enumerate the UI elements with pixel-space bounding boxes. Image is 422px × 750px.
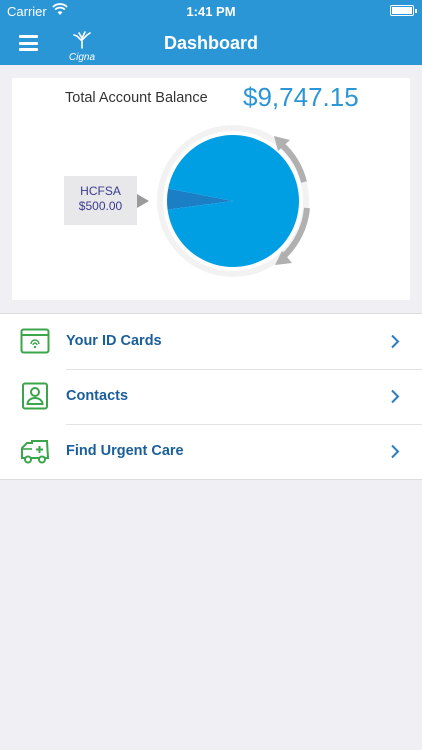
nav-bar: Cigna Dashboard [0, 22, 422, 65]
ambulance-icon [21, 440, 50, 464]
chevron-right-icon [391, 334, 400, 349]
slice-tooltip: HCFSA $500.00 [64, 176, 137, 225]
list-item-label: Your ID Cards [66, 333, 162, 349]
page-title: Dashboard [163, 33, 259, 53]
list-item-label: Contacts [66, 388, 129, 404]
chevron-right-icon [391, 444, 400, 459]
chevron-right-icon [391, 389, 400, 404]
list-item-urgent-care[interactable]: Find Urgent Care [0, 424, 422, 479]
menu-list: Your ID Cards Contacts Find Urgent Care [0, 313, 422, 480]
list-item-label: Find Urgent Care [66, 443, 184, 459]
tooltip-name: HCFSA [80, 184, 121, 198]
contact-person-icon [22, 382, 48, 410]
status-bar: Carrier 1:41 PM [0, 0, 422, 22]
balance-card: Total Account Balance $9,747.15 HCFSA $5… [12, 78, 410, 300]
list-item-contacts[interactable]: Contacts [0, 369, 422, 424]
id-card-icon [20, 328, 50, 354]
list-item-id-cards[interactable]: Your ID Cards [0, 314, 422, 369]
status-time: 1:41 PM [186, 4, 236, 19]
pie-slices[interactable] [167, 134, 299, 267]
tooltip-value: $500.00 [78, 199, 123, 213]
tooltip-pointer [137, 194, 149, 208]
battery-icon [390, 5, 417, 16]
